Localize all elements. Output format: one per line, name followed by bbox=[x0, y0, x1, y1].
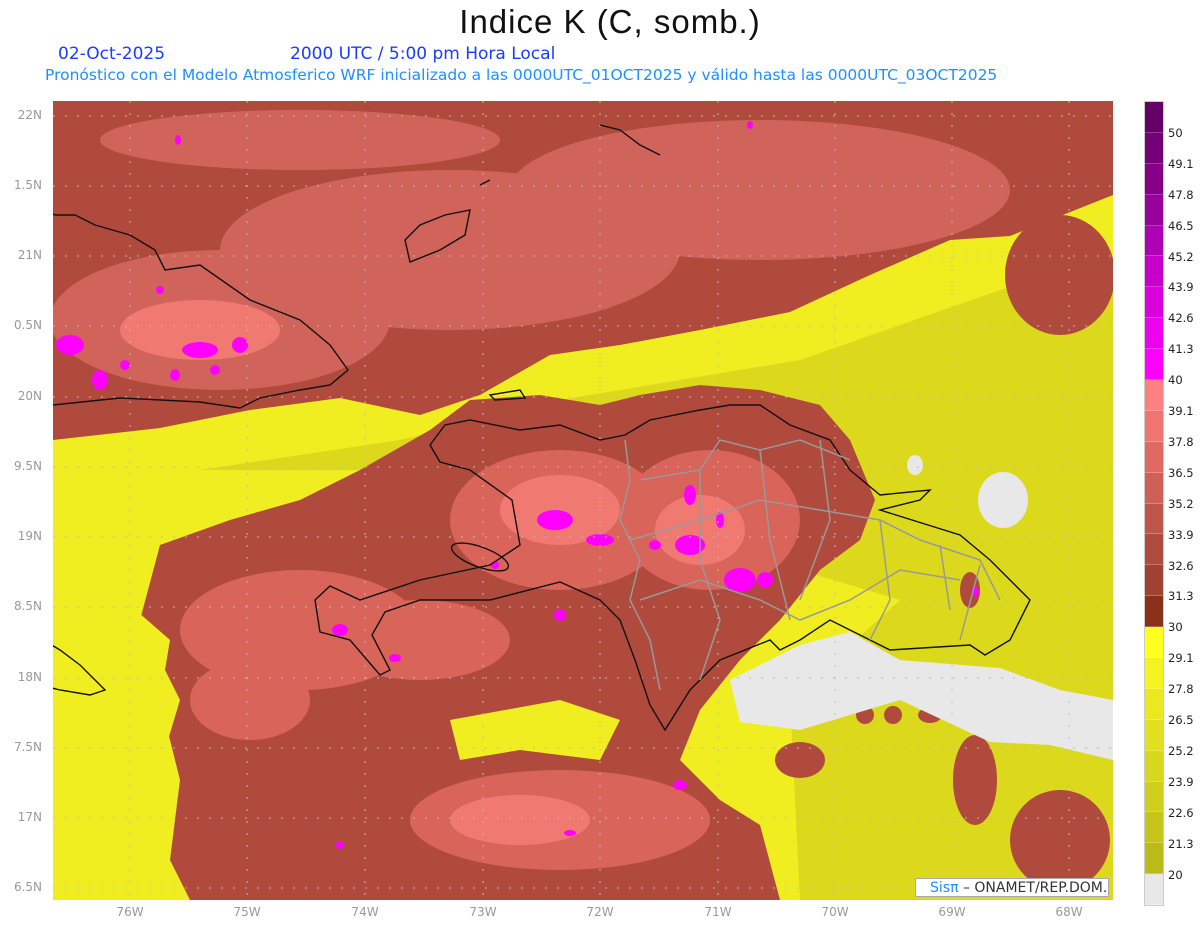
lat-label: 6.5N bbox=[13, 880, 42, 894]
colorbar-label: 31.3 bbox=[1168, 589, 1194, 604]
colorbar-label: 46.5 bbox=[1168, 218, 1194, 233]
colorbar-label: 43.9 bbox=[1168, 280, 1194, 295]
colorbar-label: 42.6 bbox=[1168, 311, 1194, 326]
colorbar-label: 36.5 bbox=[1168, 465, 1194, 480]
colorbar-segment bbox=[1145, 812, 1163, 844]
colorbar-segment bbox=[1145, 596, 1163, 628]
colorbar-label: 22.6 bbox=[1168, 805, 1194, 820]
colorbar-segment bbox=[1145, 194, 1163, 226]
lat-label: 20N bbox=[17, 389, 42, 403]
lat-label: 1.5N bbox=[13, 178, 42, 192]
lat-label: 22N bbox=[17, 108, 42, 122]
colorbar-segment bbox=[1145, 256, 1163, 288]
colorbar-label: 50 bbox=[1168, 125, 1183, 140]
colorbar-segment bbox=[1145, 349, 1163, 381]
colorbar-segment bbox=[1145, 874, 1163, 906]
colorbar-label: 35.2 bbox=[1168, 496, 1194, 511]
credit-box: Sisπ – ONAMET/REP.DOM. bbox=[915, 878, 1109, 897]
colorbar-label: 30 bbox=[1168, 620, 1183, 635]
colorbar-segment bbox=[1145, 719, 1163, 751]
lon-label: 76W bbox=[116, 905, 144, 919]
lat-label: 0.5N bbox=[13, 318, 42, 332]
colorbar-segment bbox=[1145, 441, 1163, 473]
colorbar-label: 33.9 bbox=[1168, 527, 1194, 542]
colorbar-segment bbox=[1145, 534, 1163, 566]
lon-label: 74W bbox=[351, 905, 379, 919]
colorbar-label: 21.3 bbox=[1168, 836, 1194, 851]
colorbar-label: 32.6 bbox=[1168, 558, 1194, 573]
colorbar-segment bbox=[1145, 102, 1163, 133]
lon-label: 75W bbox=[233, 905, 261, 919]
colorbar-segment bbox=[1145, 750, 1163, 782]
colorbar-segment bbox=[1145, 287, 1163, 319]
colorbar-segment bbox=[1145, 781, 1163, 813]
credit-text: – ONAMET/REP.DOM. bbox=[958, 880, 1108, 896]
colorbar-label: 40 bbox=[1168, 373, 1183, 388]
colorbar-segment bbox=[1145, 318, 1163, 350]
colorbar-label: 25.2 bbox=[1168, 743, 1194, 758]
colorbar-segment bbox=[1145, 225, 1163, 257]
colorbar bbox=[1144, 101, 1164, 907]
k-index-map bbox=[53, 101, 1113, 900]
lon-label: 73W bbox=[469, 905, 497, 919]
lon-label: 69W bbox=[938, 905, 966, 919]
colorbar-segment bbox=[1145, 503, 1163, 535]
lat-label: 8.5N bbox=[13, 599, 42, 613]
colorbar-segment bbox=[1145, 627, 1163, 659]
colorbar-label: 29.1 bbox=[1168, 651, 1194, 666]
lat-label: 19N bbox=[17, 529, 42, 543]
colorbar-segment bbox=[1145, 843, 1163, 875]
lat-label: 21N bbox=[17, 248, 42, 262]
colorbar-label: 27.8 bbox=[1168, 682, 1194, 697]
colorbar-label: 45.2 bbox=[1168, 249, 1194, 264]
colorbar-label: 47.8 bbox=[1168, 187, 1194, 202]
lon-label: 72W bbox=[586, 905, 614, 919]
colorbar-label: 39.1 bbox=[1168, 404, 1194, 418]
colorbar-label: 20 bbox=[1168, 867, 1183, 882]
colorbar-segment bbox=[1145, 132, 1163, 164]
lat-label: 9.5N bbox=[13, 459, 42, 473]
lat-label: 7.5N bbox=[13, 740, 42, 754]
colorbar-label: 23.9 bbox=[1168, 774, 1194, 789]
colorbar-label: 49.1 bbox=[1168, 156, 1194, 171]
colorbar-label: 26.5 bbox=[1168, 713, 1194, 727]
colorbar-segment bbox=[1145, 472, 1163, 504]
colorbar-label: 41.3 bbox=[1168, 342, 1194, 357]
lat-label: 17N bbox=[17, 810, 42, 824]
colorbar-segment bbox=[1145, 565, 1163, 597]
sispi-logo: Sisπ bbox=[930, 880, 959, 896]
lon-label: 68W bbox=[1055, 905, 1083, 919]
colorbar-segment bbox=[1145, 688, 1163, 720]
colorbar-segment bbox=[1145, 658, 1163, 689]
lon-label: 71W bbox=[704, 905, 732, 919]
colorbar-segment bbox=[1145, 410, 1163, 442]
colorbar-segment bbox=[1145, 163, 1163, 195]
colorbar-label: 37.8 bbox=[1168, 434, 1194, 449]
lon-label: 70W bbox=[821, 905, 849, 919]
lat-label: 18N bbox=[17, 670, 42, 684]
colorbar-segment bbox=[1145, 380, 1163, 411]
